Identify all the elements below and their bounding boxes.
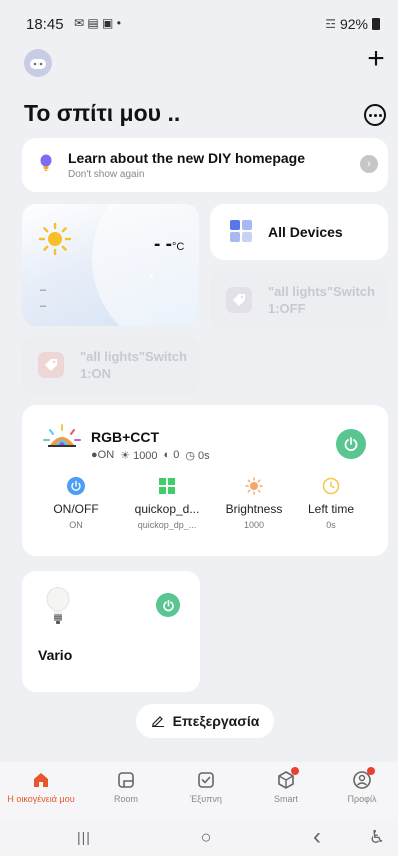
banner-title: Learn about the new DIY homepage — [68, 150, 306, 166]
control-label: ON/OFF — [53, 502, 99, 516]
battery-level: 92% — [339, 16, 368, 32]
timer-status: ◷ 0s — [185, 450, 210, 462]
rgb-lamp-icon — [43, 424, 81, 447]
notification-dot — [367, 767, 375, 775]
temperature-number: - - — [154, 234, 172, 255]
control-label: Left time — [307, 502, 355, 516]
recents-button[interactable]: ||| — [69, 826, 99, 848]
robot-face-icon — [30, 59, 46, 69]
bottom-navigation: Η οικογένειά μου Room Έξυπνη Smart Προφί… — [0, 762, 398, 818]
light-bulb-icon — [46, 587, 70, 624]
control-value: ON — [69, 520, 83, 530]
control-brightness[interactable]: Brightness 1000 — [213, 477, 295, 530]
clock-icon — [322, 477, 340, 495]
power-icon — [162, 599, 174, 611]
power-icon — [344, 437, 358, 451]
tag-icon — [226, 287, 252, 313]
battery-icon — [372, 18, 380, 30]
lightbulb-icon — [40, 154, 52, 171]
tab-room[interactable]: Room — [86, 762, 166, 818]
control-label: Brightness — [225, 502, 283, 516]
sun-icon — [38, 222, 72, 256]
control-on-off[interactable]: ON/OFF ON — [35, 477, 117, 530]
tab-label: Η οικογένειά μου — [7, 794, 75, 804]
tab-label: Έξυπνη — [190, 794, 222, 804]
weather-card[interactable]: - -°C – – — [22, 204, 199, 326]
brightness-status: ☀ 1000 — [120, 450, 158, 462]
edit-button[interactable]: Επεξεργασία — [136, 704, 274, 738]
device-status-line: ●ON ☀ 1000 ◐ 0 ◷ 0s — [91, 449, 210, 462]
device-card-vario[interactable]: Vario — [22, 571, 200, 692]
control-label: quickop_d... — [134, 502, 200, 516]
system-navigation-bar: ||| ○ ‹ ♿ — [0, 818, 398, 856]
scene-all-lights-on[interactable]: "all lights"Switch 1:ON — [22, 336, 200, 394]
temperature-unit: °C — [171, 241, 185, 253]
tab-label: Προφίλ — [347, 794, 377, 804]
tab-profile[interactable]: Προφίλ — [326, 762, 398, 818]
back-button[interactable]: ‹ — [302, 823, 332, 850]
home-button[interactable]: ○ — [191, 826, 221, 848]
control-value: 1000 — [243, 520, 265, 530]
more-options-icon[interactable] — [364, 104, 386, 126]
device-card-rgb-cct[interactable]: RGB+CCT ●ON ☀ 1000 ◐ 0 ◷ 0s ON/OFF ON qu… — [22, 405, 388, 556]
home-avatar-button[interactable] — [24, 49, 52, 77]
home-icon — [31, 770, 51, 790]
weather-sparkle — [150, 274, 153, 277]
scene-label: "all lights"Switch 1:OFF — [268, 284, 375, 316]
tab-smart[interactable]: Smart — [246, 762, 326, 818]
page-title[interactable]: Το σπίτι μου .. — [24, 100, 180, 127]
device-name: RGB+CCT — [91, 429, 160, 445]
notification-icons: ✉ ▤ ▣ • — [74, 16, 121, 30]
diy-homepage-banner[interactable]: Learn about the new DIY homepage Don't s… — [22, 138, 388, 192]
temperature-value: - -°C — [154, 234, 184, 256]
status-bar: 18:45 ✉ ▤ ▣ • ☲ 92% — [0, 0, 398, 44]
power-status: ●ON — [91, 449, 115, 461]
control-quickop[interactable]: quickop_d... quickop_dp_... — [126, 477, 208, 530]
power-icon — [67, 477, 85, 495]
status-right: ☲ 92% — [325, 16, 380, 32]
scene-label: "all lights"Switch 1:ON — [80, 349, 187, 381]
tab-label: Room — [113, 794, 138, 804]
chevron-right-icon[interactable]: › — [360, 155, 378, 173]
wifi-signal-icon: ☲ — [325, 17, 336, 31]
device-name: Vario — [38, 647, 73, 663]
control-left-time[interactable]: Left time 0s — [290, 477, 372, 530]
accessibility-icon[interactable]: ♿ — [362, 826, 392, 848]
weather-detail-1: – — [40, 284, 47, 296]
power-button[interactable] — [336, 429, 366, 459]
grid-icon — [158, 477, 176, 495]
grid-icon — [230, 220, 252, 242]
smart-check-icon — [196, 770, 216, 790]
power-button[interactable] — [156, 593, 180, 617]
room-icon — [116, 770, 136, 790]
control-value: quickop_dp_... — [137, 520, 197, 530]
tab-home[interactable]: Η οικογένειά μου — [0, 762, 82, 818]
weather-background-arc — [92, 204, 199, 326]
profile-icon — [352, 767, 375, 790]
temperature-status: ◐ 0 — [163, 449, 180, 461]
dont-show-again-link[interactable]: Don't show again — [68, 169, 144, 180]
sun-icon — [245, 477, 263, 495]
edit-label: Επεξεργασία — [172, 713, 260, 729]
all-devices-card[interactable]: All Devices — [210, 204, 388, 260]
scene-all-lights-off[interactable]: "all lights"Switch 1:OFF — [210, 271, 388, 329]
tab-label: Smart — [273, 794, 298, 804]
weather-detail-2: – — [40, 300, 47, 312]
notification-dot — [291, 767, 299, 775]
add-button[interactable]: + — [362, 44, 390, 76]
tag-icon — [38, 352, 64, 378]
cube-icon — [276, 767, 299, 790]
status-time: 18:45 — [26, 16, 64, 33]
pencil-icon — [151, 716, 164, 727]
control-value: 0s — [326, 520, 336, 530]
all-devices-label: All Devices — [268, 224, 343, 240]
tab-smart-devices[interactable]: Έξυπνη — [166, 762, 246, 818]
